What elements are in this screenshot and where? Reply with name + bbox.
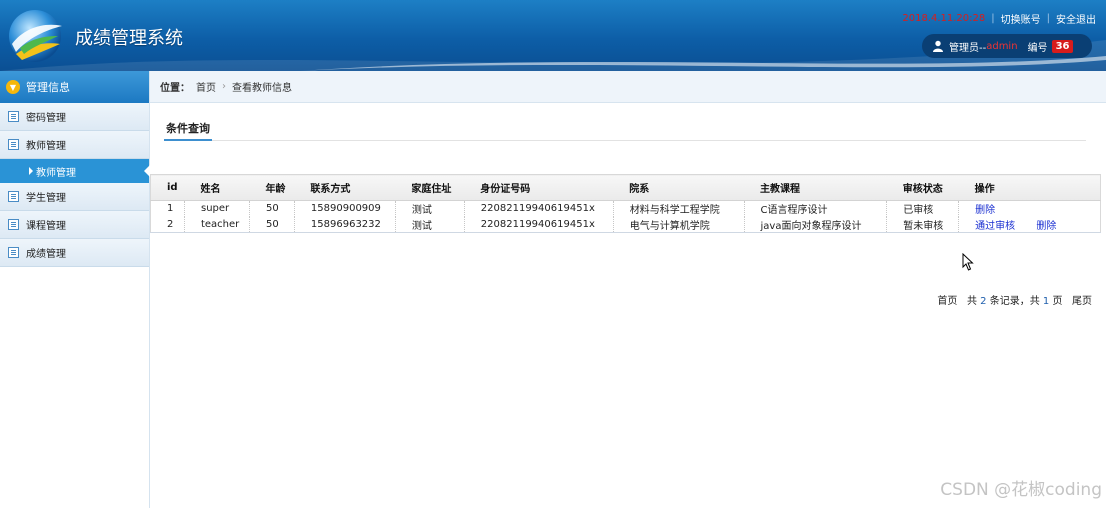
breadcrumb-current: 查看教师信息	[232, 83, 292, 94]
system-title: 成绩管理系统	[75, 28, 183, 49]
list-icon	[8, 219, 19, 230]
caret-right-icon	[29, 167, 33, 175]
table-row: 2 teacher 50 15896963232 测试 220821199406…	[150, 216, 1101, 233]
delete-link[interactable]: 删除	[1036, 221, 1056, 232]
col-header-actions: 操作	[958, 174, 1101, 201]
cell-status: 已审核	[886, 200, 960, 217]
user-icon	[933, 40, 943, 52]
cell-status: 暂未审核	[886, 216, 960, 233]
cell-name[interactable]: super	[184, 200, 250, 217]
list-icon	[8, 191, 19, 202]
pager-last[interactable]: 尾页	[1072, 296, 1092, 307]
list-icon	[8, 247, 19, 258]
panel-divider	[164, 140, 1086, 141]
pager-total-mid: 条记录，共	[989, 296, 1040, 307]
teacher-table: id 姓名 年龄 联系方式 家庭住址 身份证号码 院系 主教课程 审核状态 操作…	[150, 174, 1101, 233]
cell-idcard: 22082119940619451x	[464, 216, 614, 233]
sidebar-item-label: 教师管理	[26, 141, 66, 152]
cell-idcard: 22082119940619451x	[464, 200, 614, 217]
cell-actions: 删除	[959, 201, 1101, 217]
delete-link[interactable]: 删除	[975, 205, 995, 216]
breadcrumb: 位置： 首页 › 查看教师信息	[150, 71, 1106, 103]
panel-title-underline	[164, 139, 212, 141]
table-row: 1 super 50 15890900909 测试 22082119940619…	[150, 200, 1101, 217]
sidebar-subitem-teacher-manage[interactable]: 教师管理	[0, 159, 150, 183]
cell-name[interactable]: teacher	[184, 216, 250, 233]
sidebar-item-label: 密码管理	[26, 113, 66, 124]
chevron-down-icon: ▼	[6, 80, 20, 94]
breadcrumb-label: 位置：	[160, 83, 190, 94]
sidebar-item-password[interactable]: 密码管理	[0, 103, 149, 131]
user-number-label: 编号	[1027, 42, 1048, 54]
sidebar-section-header[interactable]: ▼ 管理信息	[0, 71, 149, 103]
main-content: 位置： 首页 › 查看教师信息 条件查询 id 姓名 年龄 联系方式 家庭住址 …	[150, 71, 1106, 508]
col-header-address: 家庭住址	[395, 174, 465, 201]
watermark: CSDN @花椒coding	[940, 480, 1102, 500]
sidebar: ▼ 管理信息 密码管理 教师管理 教师管理 学生管理 课程管理 成绩管理	[0, 71, 150, 508]
cell-course: C语言程序设计	[744, 200, 888, 217]
divider: |	[1046, 12, 1050, 24]
sidebar-section-title: 管理信息	[26, 81, 70, 94]
cell-address: 测试	[395, 200, 465, 217]
cell-phone: 15896963232	[294, 216, 396, 233]
cell-id: 1	[150, 200, 185, 217]
col-header-name: 姓名	[184, 174, 250, 201]
top-links: 2018.4.11.20:28 | 切换账号 | 安全退出	[902, 11, 1096, 26]
pager-total-prefix: 共	[966, 296, 977, 307]
sidebar-item-score[interactable]: 成绩管理	[0, 239, 149, 267]
sidebar-subitem-label: 教师管理	[36, 167, 76, 179]
sidebar-item-teacher[interactable]: 教师管理	[0, 131, 149, 159]
user-number-badge: 36	[1051, 39, 1074, 53]
col-header-course: 主教课程	[744, 174, 887, 201]
user-role-prefix: 管理员--	[949, 42, 987, 54]
pagination: 首页 共 2 条记录，共 1 页 尾页	[937, 292, 1092, 307]
col-header-status: 审核状态	[886, 174, 959, 201]
list-icon	[8, 139, 19, 150]
query-panel-title: 条件查询	[166, 122, 210, 135]
cell-age: 50	[249, 216, 295, 233]
sidebar-item-student[interactable]: 学生管理	[0, 183, 149, 211]
user-info-pill: 管理员-- admin 编号 36	[922, 34, 1092, 58]
col-header-idcard: 身份证号码	[464, 174, 614, 201]
pager-page-count: 1	[1042, 296, 1050, 307]
col-header-age: 年龄	[249, 174, 295, 201]
cell-id: 2	[150, 216, 185, 233]
cell-course: java面向对象程序设计	[744, 216, 888, 233]
sidebar-item-label: 成绩管理	[26, 249, 66, 260]
sidebar-item-label: 学生管理	[26, 193, 66, 204]
breadcrumb-separator: ›	[222, 81, 226, 92]
sidebar-item-course[interactable]: 课程管理	[0, 211, 149, 239]
current-datetime: 2018.4.11.20:28	[902, 12, 986, 24]
list-icon	[8, 111, 19, 122]
cell-actions: 通过审核 删除	[958, 216, 1101, 233]
breadcrumb-home[interactable]: 首页	[196, 79, 216, 94]
app-header: 成绩管理系统 2018.4.11.20:28 | 切换账号 | 安全退出 管理员…	[0, 0, 1106, 71]
username: admin	[986, 40, 1018, 52]
logout-link[interactable]: 安全退出	[1056, 11, 1096, 26]
system-logo-icon	[9, 10, 62, 62]
cell-department: 材料与科学工程学院	[613, 200, 745, 217]
col-header-department: 院系	[613, 174, 744, 201]
col-header-phone: 联系方式	[294, 174, 396, 201]
pager-pages-suffix: 页	[1052, 296, 1063, 307]
cell-phone: 15890900909	[294, 200, 396, 217]
mouse-cursor-icon	[962, 253, 974, 271]
switch-account-link[interactable]: 切换账号	[1001, 11, 1041, 26]
pager-first[interactable]: 首页	[937, 296, 957, 307]
cell-age: 50	[249, 200, 295, 217]
table-header-row: id 姓名 年龄 联系方式 家庭住址 身份证号码 院系 主教课程 审核状态 操作	[150, 174, 1101, 201]
cell-address: 测试	[395, 216, 465, 233]
sidebar-item-label: 课程管理	[26, 221, 66, 232]
approve-link[interactable]: 通过审核	[975, 221, 1015, 232]
pager-total-count: 2	[980, 296, 987, 307]
col-header-id: id	[150, 174, 185, 201]
cell-department: 电气与计算机学院	[613, 216, 745, 233]
divider: |	[991, 12, 995, 24]
